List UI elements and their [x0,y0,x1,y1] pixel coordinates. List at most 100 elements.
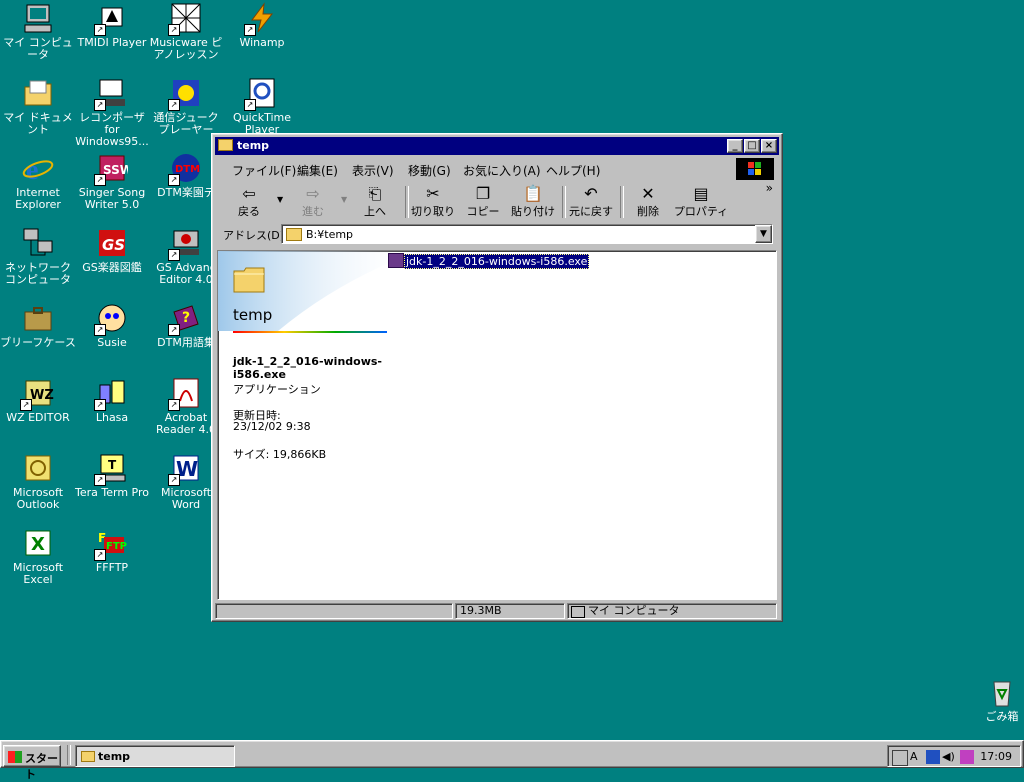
desktop-icon-my-documents[interactable]: マイ ドキュメント [0,77,76,136]
copy-button[interactable]: ❐ コピー [457,185,509,219]
clock[interactable]: 17:09 [980,750,1012,763]
menu-go[interactable]: 移動(G) [408,162,451,179]
my-computer-icon [22,2,54,34]
menu-favorites[interactable]: お気に入り(A) [463,162,541,179]
tray-app-icon[interactable] [960,750,974,764]
gs-instrument-icon: GS [96,227,128,259]
menu-file[interactable]: ファイル(F) [232,162,296,179]
desktop-icon-recycle-bin[interactable]: ごみ箱 [972,676,1024,723]
desktop-icon-ffftp[interactable]: F FTP ↗ FFFTP [74,527,150,574]
taskbar-button-temp[interactable]: temp [75,745,235,767]
setup-package-icon [388,253,404,268]
desktop-icon-lhasa[interactable]: ↗ Lhasa [74,377,150,424]
desktop-icon-network[interactable]: ネットワーク コンピュータ [0,227,76,286]
folder-icon [218,139,233,151]
desktop-icon-label: Microsoft Excel [12,561,64,586]
desktop-icon-gs-instrument[interactable]: GS GS楽器図鑑 [74,227,150,274]
desktop-icon-tsushin-juke[interactable]: ↗ 通信ジューク プレーヤー [148,77,224,136]
minimize-button[interactable]: _ [727,139,743,153]
paste-button[interactable]: 📋 貼り付け [507,185,559,219]
window-title: temp [237,139,270,152]
start-button[interactable]: スタート [3,745,61,781]
up-button[interactable]: ⎗ 上へ [349,185,401,219]
status-zone-label: マイ コンピュータ [588,604,680,617]
svg-text:T: T [108,458,117,472]
desktop-icon-winamp[interactable]: ↗ Winamp [224,2,300,49]
back-label: 戻る [238,205,260,218]
title-bar[interactable]: temp _ □ × [215,137,779,155]
dtm-rakuen-icon: DTM ↗ [168,152,202,186]
folder-content-view[interactable]: temp jdk-1_2_2_016-windows-i586.exe アプリケ… [217,250,777,600]
desktop-icon-recomposer[interactable]: ↗ レコンポーザ for Windows95... [74,77,150,148]
desktop-icon-excel[interactable]: X Microsoft Excel [0,527,76,586]
forward-label: 進む [302,205,324,218]
menu-help[interactable]: ヘルプ(H) [546,162,600,179]
menu-bar: ファイル(F) 編集(E) 表示(V) 移動(G) お気に入り(A) ヘルプ(H… [217,158,777,180]
forward-dropdown-icon[interactable]: ▼ [341,195,347,204]
volume-icon[interactable]: ◀) [942,750,956,764]
desktop-icon-label: マイ コンピュータ [3,36,73,61]
desktop-icon-musicware[interactable]: ↗ Musicware ピアノレッスン [148,2,224,61]
recomposer-icon: ↗ [94,77,128,111]
tray-ime-icon[interactable]: A [910,750,924,764]
tray-network-icon[interactable] [892,750,908,766]
properties-icon: ▤ [693,184,709,203]
address-dropdown-button[interactable]: ▼ [755,225,772,243]
svg-text:FTP: FTP [106,541,127,552]
copy-icon: ❐ [475,184,491,203]
tsushin-juke-icon: ↗ [168,77,202,111]
address-value: B:¥temp [306,228,354,241]
back-button[interactable]: ⇦ 戻る [223,185,275,219]
desktop-icon-singer-song-writer[interactable]: SSW ↗ Singer Song Writer 5.0 [74,152,150,211]
desktop-icon-label: GS楽器図鑑 [82,261,142,274]
desktop-icon-wz-editor[interactable]: WZ ↗ WZ EDITOR [0,377,76,424]
copy-label: コピー [466,205,500,218]
my-computer-small-icon [571,606,585,618]
desktop-icon-tmidi[interactable]: ↗ TMIDI Player [74,2,150,49]
desktop-icon-label: マイ ドキュメント [3,111,73,136]
desktop-icon-label: ブリーフケース [0,336,76,349]
desktop-icon-outlook[interactable]: Microsoft Outlook [0,452,76,511]
acrobat-reader-icon: ↗ [168,377,202,411]
desktop-icon-label: Internet Explorer [15,186,61,211]
cut-button[interactable]: ✂ 切り取り [407,185,459,219]
desktop-icon-my-computer[interactable]: マイ コンピュータ [0,2,76,61]
explorer-window[interactable]: temp _ □ × ファイル(F) 編集(E) 表示(V) 移動(G) お気に… [211,133,783,622]
delete-label: 削除 [637,205,659,218]
close-button[interactable]: × [761,139,777,153]
address-input[interactable]: B:¥temp ▼ [281,224,773,244]
word-icon: W ↗ [168,452,202,486]
properties-button[interactable]: ▤ プロパティ [672,185,730,219]
taskbar-separator [67,745,71,765]
tera-term-icon: T ↗ [94,452,128,486]
desktop-icon-quicktime[interactable]: ↗ QuickTime Player [224,77,300,136]
undo-button[interactable]: ↶ 元に戻す [565,185,617,219]
desktop-icon-label: Susie [97,336,127,349]
maximize-button[interactable]: □ [744,139,760,153]
tray-display-icon[interactable] [926,750,940,764]
forward-button[interactable]: ⇨ 進む [287,185,339,219]
desktop-icon-tera-term[interactable]: T ↗ Tera Term Pro [74,452,150,499]
desktop-icon-internet-explorer[interactable]: e Internet Explorer [0,152,76,211]
internet-explorer-icon: e [22,152,54,186]
svg-text:WZ: WZ [30,388,54,403]
large-folder-icon [233,265,265,293]
outlook-icon [22,452,54,484]
singer-song-writer-icon: SSW ↗ [94,152,133,186]
menu-view[interactable]: 表示(V) [352,162,394,179]
folder-icon [286,228,302,241]
toolbar-more-chevron[interactable]: » [766,181,773,195]
desktop-icon-label: TMIDI Player [77,36,147,49]
cut-label: 切り取り [411,205,455,218]
delete-button[interactable]: ✕ 削除 [622,185,674,219]
desktop-icon-briefcase[interactable]: ブリーフケース [0,302,76,349]
desktop-icon-susie[interactable]: ↗ Susie [74,302,150,349]
status-size: 19.3MB [455,603,565,619]
back-dropdown-icon[interactable]: ▼ [277,195,283,204]
svg-text:SSW: SSW [103,163,128,177]
menu-edit[interactable]: 編集(E) [297,162,338,179]
windows-flag-icon [8,751,22,763]
selected-file-name: jdk-1_2_2_016-windows-i586.exe [233,355,382,381]
desktop-icon-label: ごみ箱 [985,710,1019,723]
selected-file-size: サイズ: 19,866KB [233,448,327,461]
